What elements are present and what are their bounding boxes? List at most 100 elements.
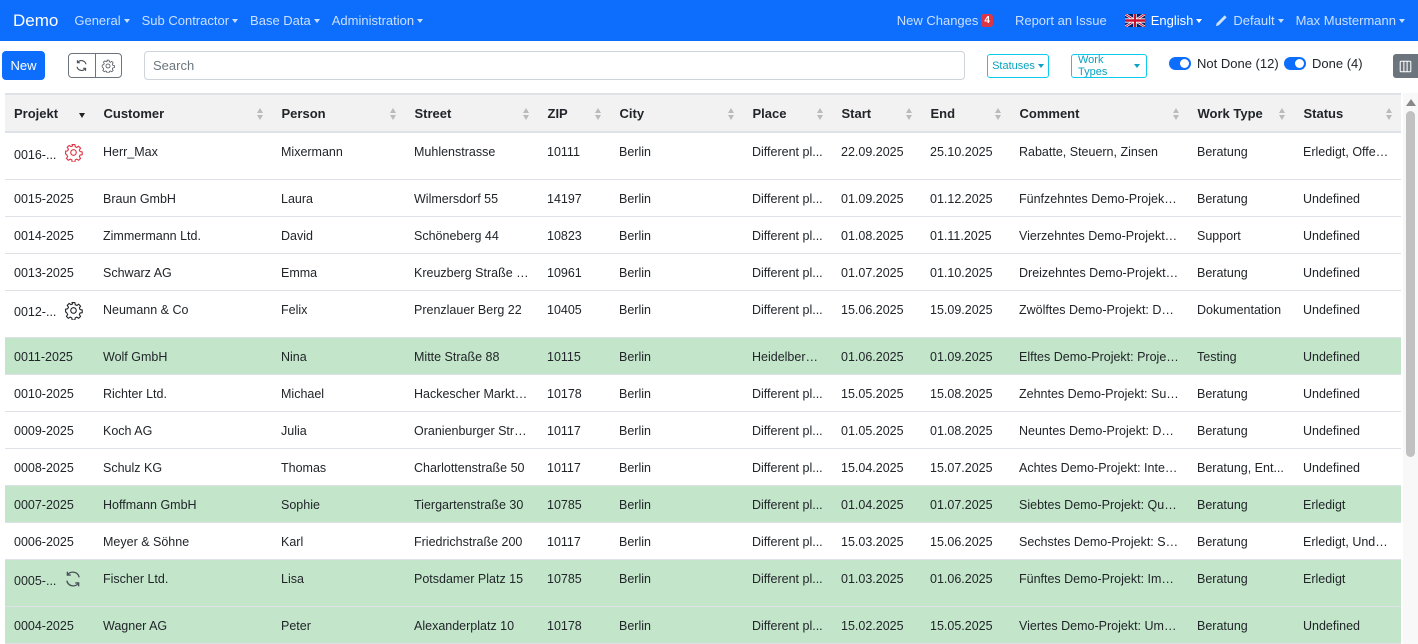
- column-header-projekt[interactable]: Projekt: [5, 93, 95, 133]
- cell-status: Undefined: [1294, 448, 1401, 486]
- projects-table: Projekt Customer Person Street ZIP City Place S…: [5, 93, 1401, 644]
- cell-street: Schöneberg 44: [405, 216, 538, 254]
- column-header-end[interactable]: End: [921, 93, 1011, 133]
- project-cell: 0005-...: [14, 570, 85, 588]
- not-done-switch[interactable]: [1169, 57, 1191, 70]
- language-dropdown[interactable]: English: [1124, 13, 1203, 28]
- table-row[interactable]: 0016-... Herr_Max Mixermann Muhlenstrasse 10…: [5, 132, 1401, 180]
- cell-comment: Zehntes Demo-Projekt: Sup...: [1010, 374, 1188, 412]
- theme-dropdown[interactable]: Default: [1214, 13, 1284, 28]
- column-header-label: Customer: [103, 105, 165, 121]
- cell-end: 01.11.2025: [921, 216, 1010, 254]
- columns-toggle-button[interactable]: [1393, 54, 1418, 78]
- refresh-icon[interactable]: [64, 570, 82, 588]
- user-dropdown[interactable]: Max Mustermann: [1296, 13, 1405, 28]
- cell-street: Kreuzberg Straße 33: [405, 253, 538, 291]
- cell-zip: 10115: [538, 337, 610, 375]
- cell-projekt: 0009-2025: [5, 411, 94, 449]
- table-row[interactable]: 0007-2025 Hoffmann GmbH Sophie Tiergartenst…: [5, 485, 1401, 523]
- cell-comment: Vierzehntes Demo-Projekt: T...: [1010, 216, 1188, 254]
- not-done-toggle[interactable]: Not Done (12): [1169, 56, 1279, 71]
- top-navbar: Demo General Sub Contractor Base Data Ad…: [0, 0, 1418, 41]
- gear-icon[interactable]: [64, 143, 84, 162]
- table-row[interactable]: 0013-2025 Schwarz AG Emma Kreuzberg Straße …: [5, 253, 1401, 291]
- cell-city: Berlin: [610, 559, 743, 607]
- cell-city: Berlin: [610, 411, 743, 449]
- column-header-label: Projekt: [14, 105, 59, 121]
- column-header-start[interactable]: Start: [832, 93, 922, 133]
- column-header-comment[interactable]: Comment: [1010, 93, 1189, 133]
- cell-place: Different pl...: [743, 606, 832, 644]
- cell-work-type: Beratung: [1188, 132, 1294, 180]
- cell-person: Thomas: [272, 448, 405, 486]
- cell-person: Laura: [272, 179, 405, 217]
- search-input[interactable]: [144, 51, 965, 80]
- scroll-up-arrow-icon[interactable]: [1406, 99, 1416, 106]
- sort-icon: [389, 108, 397, 120]
- cell-zip: 10117: [538, 448, 610, 486]
- new-changes-link[interactable]: New Changes 4: [897, 13, 993, 28]
- table-row[interactable]: 0015-2025 Braun GmbH Laura Wilmersdorf 55 14…: [5, 179, 1401, 217]
- done-toggle[interactable]: Done (4): [1284, 56, 1363, 71]
- cell-work-type: Beratung: [1188, 606, 1294, 644]
- cell-comment: Fünftes Demo-Projekt: Impl...: [1010, 559, 1188, 607]
- brand-logo[interactable]: Demo: [13, 11, 58, 31]
- cell-place: Different pl...: [743, 448, 832, 486]
- new-button[interactable]: New: [2, 51, 45, 80]
- cell-zip: 10785: [538, 485, 610, 523]
- column-header-work-type[interactable]: Work Type: [1188, 93, 1295, 133]
- new-changes-badge: 4: [981, 14, 993, 27]
- table-row[interactable]: 0012-... Neumann & Co Felix Prenzlauer Berg…: [5, 290, 1401, 338]
- refresh-button[interactable]: [69, 54, 95, 77]
- menu-sub-contractor[interactable]: Sub Contractor: [142, 13, 239, 28]
- cell-customer: Neumann & Co: [94, 290, 272, 338]
- table-row[interactable]: 0004-2025 Wagner AG Peter Alexanderplatz 10…: [5, 606, 1401, 644]
- cell-place: Different pl...: [743, 374, 832, 412]
- done-switch[interactable]: [1284, 57, 1306, 70]
- sort-icon: [1385, 108, 1393, 120]
- cell-place: Different pl...: [743, 522, 832, 560]
- cell-projekt: 0011-2025: [5, 337, 94, 375]
- table-row[interactable]: 0014-2025 Zimmermann Ltd. David Schöneberg …: [5, 216, 1401, 254]
- cell-end: 15.06.2025: [921, 522, 1010, 560]
- sort-icon: [905, 108, 913, 120]
- column-header-zip[interactable]: ZIP: [538, 93, 611, 133]
- cell-work-type: Dokumentation: [1188, 290, 1294, 338]
- menu-general[interactable]: General: [74, 13, 130, 28]
- table-row[interactable]: 0008-2025 Schulz KG Thomas Charlottenstraße…: [5, 448, 1401, 486]
- column-header-street[interactable]: Street: [405, 93, 539, 133]
- cell-zip: 10823: [538, 216, 610, 254]
- statuses-filter-button[interactable]: Statuses: [987, 54, 1049, 78]
- table-scrollbar[interactable]: [1403, 93, 1418, 644]
- chevron-down-icon: [1277, 18, 1284, 23]
- cell-projekt: 0006-2025: [5, 522, 94, 560]
- column-header-city[interactable]: City: [610, 93, 744, 133]
- project-cell: 0004-2025: [14, 619, 85, 633]
- gear-icon[interactable]: [64, 301, 84, 320]
- table-row[interactable]: 0009-2025 Koch AG Julia Oranienburger Stra.…: [5, 411, 1401, 449]
- cell-start: 01.08.2025: [832, 216, 921, 254]
- work-types-filter-button[interactable]: Work Types: [1071, 54, 1147, 78]
- cell-street: Tiergartenstraße 30: [405, 485, 538, 523]
- table-row[interactable]: 0005-... Fischer Ltd. Lisa Potsdamer Platz …: [5, 559, 1401, 607]
- cell-customer: Hoffmann GmbH: [94, 485, 272, 523]
- scroll-thumb[interactable]: [1406, 111, 1415, 457]
- project-number: 0013-2025: [14, 265, 74, 280]
- table-row[interactable]: 0010-2025 Richter Ltd. Michael Hackescher M…: [5, 374, 1401, 412]
- column-header-status[interactable]: Status: [1294, 93, 1401, 133]
- cell-person: Sophie: [272, 485, 405, 523]
- menu-administration[interactable]: Administration: [332, 13, 424, 28]
- cell-street: Alexanderplatz 10: [405, 606, 538, 644]
- cell-customer: Fischer Ltd.: [94, 559, 272, 607]
- column-header-place[interactable]: Place: [743, 93, 833, 133]
- menu-base-data[interactable]: Base Data: [250, 13, 320, 28]
- column-header-customer[interactable]: Customer: [94, 93, 273, 133]
- settings-button[interactable]: [94, 54, 122, 77]
- project-number: 0008-2025: [14, 460, 74, 475]
- column-header-person[interactable]: Person: [272, 93, 406, 133]
- table-row[interactable]: 0006-2025 Meyer & Söhne Karl Friedrichstraß…: [5, 522, 1401, 560]
- cell-place: Different pl...: [743, 485, 832, 523]
- cell-city: Berlin: [610, 522, 743, 560]
- report-issue-link[interactable]: Report an Issue: [1015, 13, 1107, 28]
- table-row[interactable]: 0011-2025 Wolf GmbH Nina Mitte Straße 88 101…: [5, 337, 1401, 375]
